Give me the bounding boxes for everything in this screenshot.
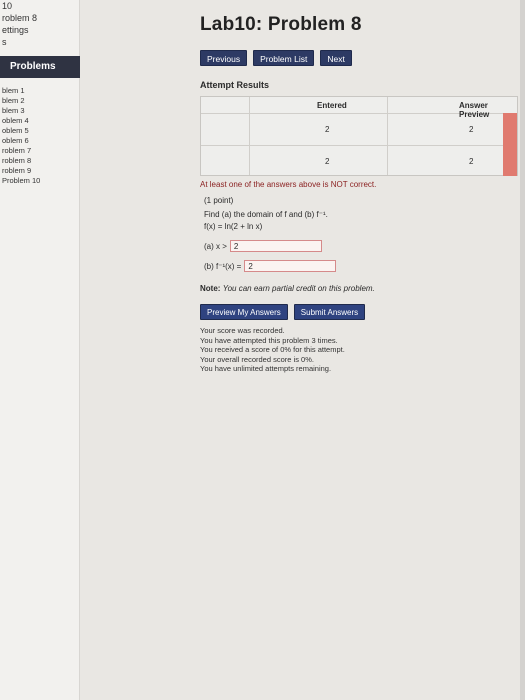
sidebar-item-problem-8[interactable]: roblem 8 <box>2 156 78 166</box>
preview-cell: 2 <box>469 125 474 134</box>
window-edge <box>520 0 525 700</box>
misc-link[interactable]: s <box>2 36 79 48</box>
previous-button[interactable]: Previous <box>200 50 248 66</box>
course-label[interactable]: 10 <box>2 0 79 12</box>
partial-credit-note: Note: You can earn partial credit on thi… <box>200 284 375 293</box>
entered-column-header: Entered <box>317 101 347 110</box>
table-divider <box>249 97 250 175</box>
main-content: Lab10: Problem 8 Previous Problem List N… <box>200 0 520 700</box>
problem-nav: Previous Problem List Next <box>200 50 352 66</box>
score-line: Your score was recorded. <box>200 326 285 335</box>
answer-row-a: (a) x > 2 <box>204 240 322 252</box>
answer-a-label: (a) x > <box>204 241 227 251</box>
current-problem-link[interactable]: roblem 8 <box>2 12 79 24</box>
results-table: Entered Answer Preview 2 2 2 2 <box>200 96 518 176</box>
table-divider <box>387 97 388 175</box>
answer-a-input[interactable]: 2 <box>229 240 322 252</box>
sidebar-item-problem-2[interactable]: blem 2 <box>2 96 78 106</box>
attempt-results-heading: Attempt Results <box>200 80 270 90</box>
incorrect-marker <box>503 113 517 145</box>
problems-header: Problems <box>0 56 80 78</box>
sidebar-item-problem-4[interactable]: oblem 4 <box>2 116 78 126</box>
answer-b-label: (b) f⁻¹(x) = <box>204 261 242 271</box>
incorrect-warning: At least one of the answers above is NOT… <box>200 180 377 189</box>
settings-link[interactable]: ettings <box>2 24 79 36</box>
answer-row-b: (b) f⁻¹(x) = 2 <box>204 260 337 272</box>
score-line: You have attempted this problem 3 times. <box>200 335 338 345</box>
sidebar-item-problem-3[interactable]: blem 3 <box>2 106 78 116</box>
entered-cell: 2 <box>325 125 330 134</box>
preview-answers-button[interactable]: Preview My Answers <box>200 304 288 320</box>
page-title: Lab10: Problem 8 <box>200 14 362 35</box>
problem-statement: Find (a) the domain of f and (b) f⁻¹. <box>204 210 328 219</box>
sidebar-item-problem-5[interactable]: oblem 5 <box>2 126 78 136</box>
sidebar-item-problem-7[interactable]: roblem 7 <box>2 146 78 156</box>
sidebar-item-problem-10[interactable]: Problem 10 <box>2 176 78 186</box>
sidebar-item-problem-9[interactable]: roblem 9 <box>2 166 78 176</box>
sidebar-top: 10 roblem 8 ettings s <box>0 0 79 48</box>
entered-cell: 2 <box>325 157 330 166</box>
score-summary: Your score was recorded. You have attemp… <box>200 326 345 374</box>
score-line: You have unlimited attempts remaining. <box>200 364 332 373</box>
answer-b-input[interactable]: 2 <box>244 260 337 272</box>
problem-function: f(x) = ln(2 + ln x) <box>204 222 263 231</box>
sidebar-item-problem-1[interactable]: blem 1 <box>2 86 78 96</box>
note-text: You can earn partial credit on this prob… <box>222 284 375 293</box>
incorrect-marker <box>503 145 517 176</box>
score-line: You received a score of 0% for this atte… <box>200 345 345 354</box>
next-button[interactable]: Next <box>320 50 352 66</box>
sidebar-item-problem-6[interactable]: oblem 6 <box>2 136 78 146</box>
preview-cell: 2 <box>469 157 474 166</box>
problem-list-button[interactable]: Problem List <box>253 50 315 66</box>
submit-controls: Preview My Answers Submit Answers <box>200 304 366 320</box>
note-label: Note: <box>200 284 221 293</box>
score-line: Your overall recorded score is 0%. <box>200 354 314 364</box>
submit-answers-button[interactable]: Submit Answers <box>293 304 366 320</box>
table-divider <box>201 145 517 146</box>
sidebar: 10 roblem 8 ettings s Problems blem 1 bl… <box>0 0 80 700</box>
problem-points: (1 point) <box>204 196 234 205</box>
problem-list: blem 1 blem 2 blem 3 oblem 4 oblem 5 obl… <box>2 86 78 186</box>
